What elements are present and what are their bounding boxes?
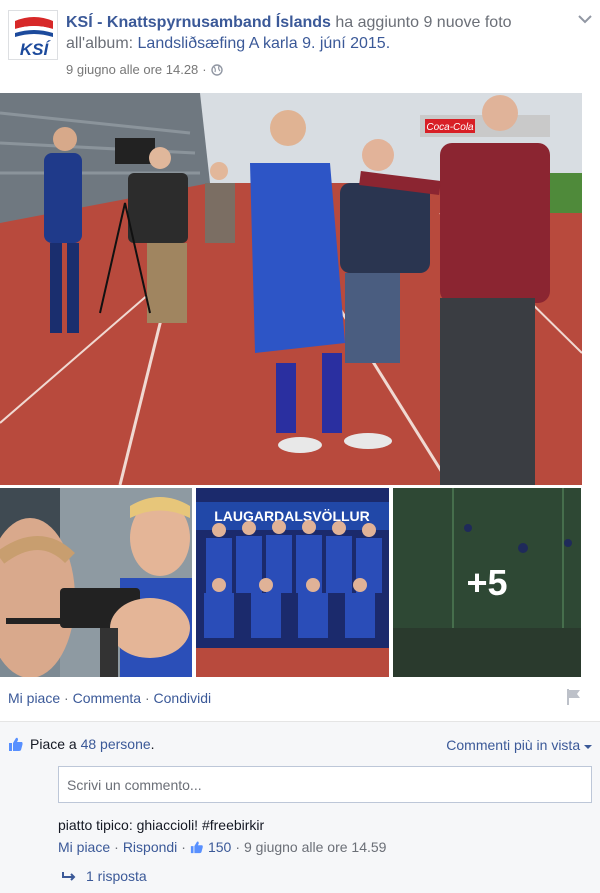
comment-body: piatto tipico: ghiaccioli! #freebirkir bbox=[58, 817, 265, 833]
meta-separator: · bbox=[202, 62, 207, 77]
comment-timestamp[interactable]: 9 giugno alle ore 14.59 bbox=[244, 839, 386, 855]
chevron-down-icon[interactable] bbox=[578, 14, 592, 24]
top-comments-dropdown[interactable]: Commenti più in vista bbox=[446, 737, 592, 753]
caret-down-icon bbox=[584, 745, 592, 749]
comment-likes-count[interactable]: 150 bbox=[208, 839, 231, 855]
comment-actions: Mi piace · Rispondi · 150 · 9 giugno all… bbox=[58, 839, 386, 855]
replies-count: 1 risposta bbox=[86, 868, 147, 884]
banner-text: LAUGARDALSVÖLLUR bbox=[214, 508, 370, 524]
thumbs-up-icon bbox=[9, 737, 23, 751]
ksi-logo: KSÍ bbox=[9, 11, 57, 59]
post-actions: Mi piace · Commenta · Condividi bbox=[8, 690, 211, 706]
logo-text: KSÍ bbox=[20, 40, 52, 59]
photo-interview-scene: Coca-Cola bbox=[0, 93, 582, 485]
action-separator: · bbox=[60, 690, 73, 706]
thumbnail-photo-team[interactable]: LAUGARDALSVÖLLUR bbox=[196, 488, 389, 677]
comment-actions-separator: · bbox=[235, 839, 240, 855]
thumbnail-photo-more[interactable]: +5 bbox=[393, 488, 581, 677]
page-name-link[interactable]: KSÍ - Knattspyrnusamband Íslands bbox=[66, 14, 331, 31]
thumbnail-photo-closeup[interactable] bbox=[0, 488, 192, 677]
view-replies-link[interactable]: 1 risposta bbox=[62, 868, 147, 884]
globe-icon[interactable] bbox=[210, 63, 223, 76]
main-photo[interactable]: Coca-Cola bbox=[0, 93, 582, 485]
comment-reply-link[interactable]: Rispondi bbox=[123, 839, 177, 855]
thumbs-up-icon bbox=[190, 841, 203, 854]
album-link[interactable]: Landsliðsæfing A karla 9. júní 2015. bbox=[138, 35, 391, 52]
photo-team-scene: LAUGARDALSVÖLLUR bbox=[196, 488, 389, 677]
comment-link[interactable]: Commenta bbox=[73, 690, 141, 706]
page-avatar[interactable]: KSÍ bbox=[8, 10, 58, 60]
comment-input[interactable]: Scrivi un commento... bbox=[58, 766, 592, 803]
post-header: KSÍ - Knattspyrnusamband Íslands ha aggi… bbox=[66, 12, 566, 54]
top-comments-label: Commenti più in vista bbox=[446, 737, 581, 753]
likes-suffix: . bbox=[150, 736, 155, 752]
billboard-text: Coca-Cola bbox=[426, 122, 474, 133]
post-meta: 9 giugno alle ore 14.28 · bbox=[66, 62, 223, 77]
comment-actions-separator: · bbox=[181, 839, 186, 855]
comment-like-link[interactable]: Mi piace bbox=[58, 839, 110, 855]
likes-prefix: Piace a bbox=[30, 736, 81, 752]
comments-section: Piace a 48 persone. Commenti più in vist… bbox=[0, 721, 600, 893]
like-link[interactable]: Mi piace bbox=[8, 690, 60, 706]
flag-icon[interactable] bbox=[566, 688, 582, 706]
post-timestamp[interactable]: 9 giugno alle ore 14.28 bbox=[66, 62, 198, 77]
comment-actions-separator: · bbox=[114, 839, 119, 855]
likes-count-link[interactable]: 48 persone bbox=[81, 736, 151, 752]
likes-summary: Piace a 48 persone. bbox=[8, 736, 155, 752]
reply-arrow-icon bbox=[62, 872, 76, 881]
share-link[interactable]: Condividi bbox=[154, 690, 212, 706]
action-separator: · bbox=[141, 690, 154, 706]
more-photos-count[interactable]: +5 bbox=[393, 488, 581, 677]
facebook-post: KSÍ KSÍ - Knattspyrnusamband Íslands ha … bbox=[0, 0, 600, 893]
photo-closeup-scene bbox=[0, 488, 192, 677]
